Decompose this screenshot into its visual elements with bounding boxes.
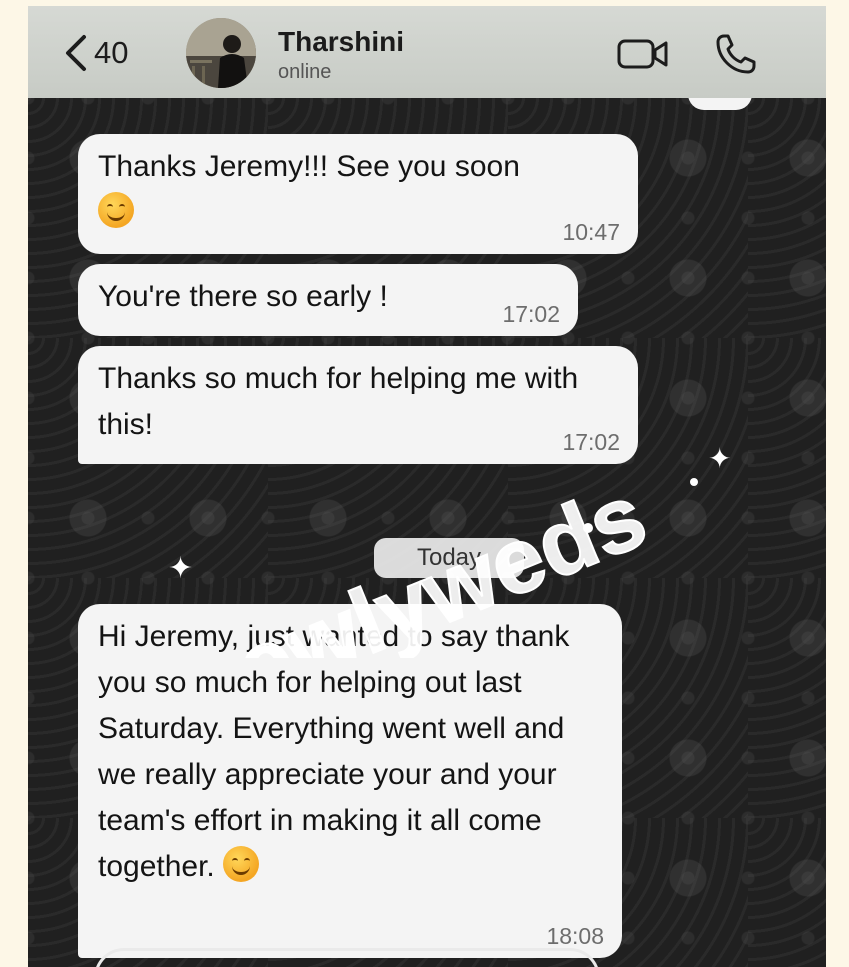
sparkle-dot xyxy=(583,523,593,533)
video-call-icon[interactable] xyxy=(616,36,670,72)
message-text: Hi Jeremy, just wanted to say thank you … xyxy=(98,620,570,883)
message-time: 18:08 xyxy=(546,923,604,949)
smiling-face-emoji-icon xyxy=(223,846,260,882)
previous-message-stub xyxy=(688,98,752,110)
message-text: Thanks Jeremy!!! See you soon xyxy=(98,150,520,183)
avatar[interactable] xyxy=(186,18,256,88)
back-button[interactable]: 40 xyxy=(62,30,128,76)
message-time: 17:02 xyxy=(562,429,620,455)
smiling-face-emoji-icon xyxy=(98,192,134,228)
message-text: Thanks so much for helping me with this! xyxy=(98,362,579,441)
avatar-photo xyxy=(186,18,256,88)
phone-icon[interactable] xyxy=(714,32,758,76)
contact-status: online xyxy=(278,61,332,83)
unread-count: 40 xyxy=(94,35,129,70)
message-list[interactable]: Thanks Jeremy!!! See you soon 10:47 You'… xyxy=(28,98,826,967)
message-text: You're there so early ! xyxy=(98,280,388,313)
message-bubble[interactable]: Thanks Jeremy!!! See you soon 10:47 xyxy=(78,134,638,254)
message-bubble[interactable]: Thanks so much for helping me with this!… xyxy=(78,346,638,464)
contact-name[interactable]: Tharshini xyxy=(278,26,404,58)
message-bubble[interactable]: You're there so early ! 17:02 xyxy=(78,264,578,336)
next-message-stub xyxy=(94,948,600,967)
chat-window: 40 Tharshini online Thanks Jeremy!!! See… xyxy=(28,6,826,967)
sparkle-icon: ✦ xyxy=(168,552,193,585)
sparkle-icon: ✦ xyxy=(708,443,731,474)
message-time: 17:02 xyxy=(502,301,560,327)
message-bubble[interactable]: Hi Jeremy, just wanted to say thank you … xyxy=(78,604,622,958)
message-time: 10:47 xyxy=(562,219,620,245)
chat-header: 40 Tharshini online xyxy=(28,6,826,99)
date-separator: Today xyxy=(374,538,524,578)
sparkle-dot xyxy=(690,478,698,486)
chevron-left-icon xyxy=(66,35,86,71)
